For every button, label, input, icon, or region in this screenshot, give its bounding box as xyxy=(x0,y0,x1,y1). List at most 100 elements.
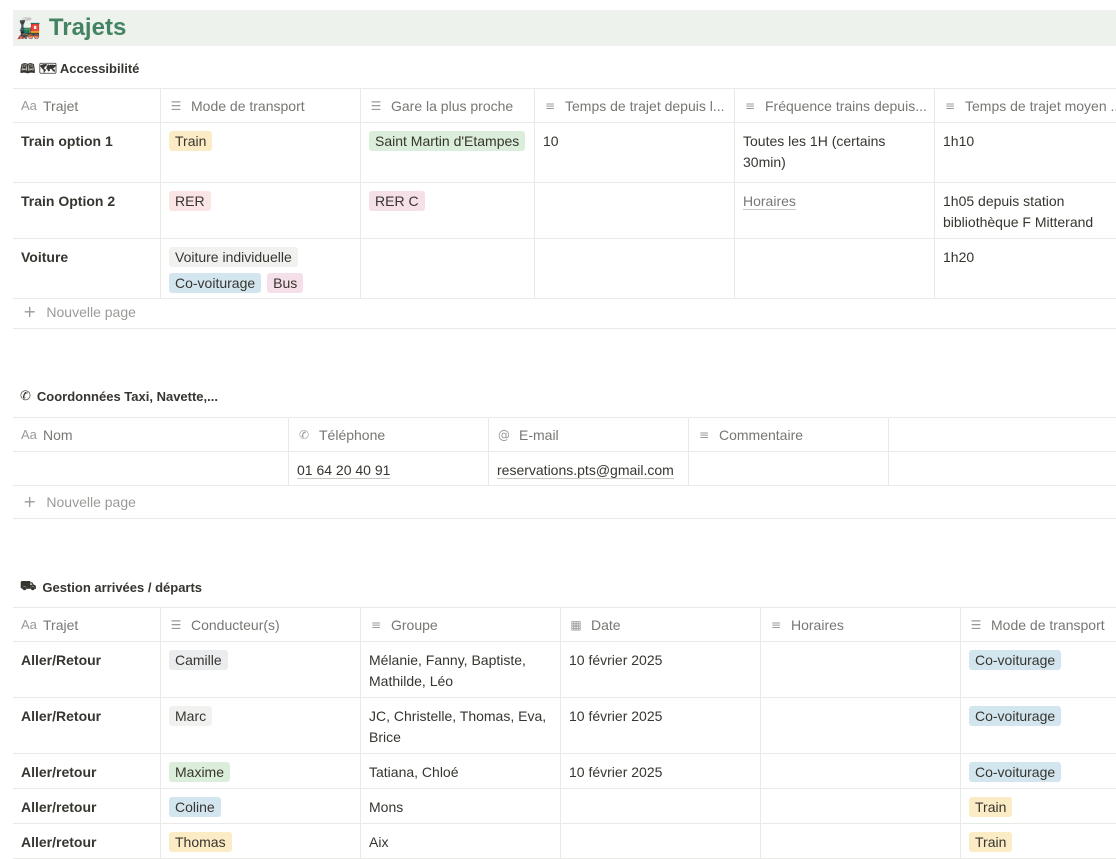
conducteur-tag[interactable]: Marc xyxy=(169,706,213,726)
phone-link[interactable]: 01 64 20 40 91 xyxy=(297,462,391,479)
cell-date[interactable]: 10 février 2025 xyxy=(561,698,761,753)
cell-groupe[interactable]: Mélanie, Fanny, Baptiste, Mathilde, Léo xyxy=(361,642,561,697)
cell-mode[interactable]: Train xyxy=(161,123,361,182)
cell-frequence[interactable] xyxy=(735,239,935,298)
cell-moyen[interactable]: 1h20 xyxy=(935,239,1116,298)
table-row[interactable]: Aller/Retour Camille Mélanie, Fanny, Bapti… xyxy=(13,642,1116,698)
cell-nom[interactable] xyxy=(13,452,289,485)
cell-trajet[interactable]: Aller/Retour xyxy=(13,698,161,753)
cell-temps[interactable]: 10 xyxy=(535,123,735,182)
new-page-button[interactable]: + Nouvelle page xyxy=(13,485,1116,519)
conducteur-tag[interactable]: Thomas xyxy=(169,832,232,852)
cell-horaires[interactable] xyxy=(761,789,961,823)
table-row[interactable]: Aller/retour Coline Mons Train xyxy=(13,789,1116,824)
cell-temps[interactable] xyxy=(535,239,735,298)
cell-groupe[interactable]: JC, Christelle, Thomas, Eva, Brice xyxy=(361,698,561,753)
mode-tag[interactable]: Bus xyxy=(267,273,304,293)
cell-conducteur[interactable]: Maxime xyxy=(161,754,361,788)
cell-horaires[interactable] xyxy=(761,824,961,858)
mode-tag[interactable]: Co-voiturage xyxy=(969,762,1062,782)
column-header-telephone[interactable]: ✆ Téléphone xyxy=(289,418,489,451)
table-row[interactable]: Train option 1 Train Saint Martin d'Etampe… xyxy=(13,123,1116,183)
table-row[interactable]: Voiture Voiture individuelle Co-voiturage B… xyxy=(13,239,1116,299)
table-row[interactable]: 01 64 20 40 91 reservations.pts@gmail.co… xyxy=(13,452,1116,486)
column-header-groupe[interactable]: ≡ Groupe xyxy=(361,608,561,641)
mode-tag[interactable]: Train xyxy=(169,131,213,151)
cell-conducteur[interactable]: Camille xyxy=(161,642,361,697)
section-gestion-title[interactable]: ⛟ Gestion arrivées / départs xyxy=(20,579,202,596)
table-row[interactable]: Train Option 2 RER RER C Horaires 1h05 depui… xyxy=(13,183,1116,239)
column-header-trajet[interactable]: Aa Trajet xyxy=(13,89,161,122)
mode-tag[interactable]: RER xyxy=(169,191,211,211)
cell-date[interactable] xyxy=(561,789,761,823)
mode-tag[interactable]: Co-voiturage xyxy=(969,650,1062,670)
table-row[interactable]: Aller/retour Maxime Tatiana, Chloé 10 févri… xyxy=(13,754,1116,789)
table-row[interactable]: Aller/Retour Marc JC, Christelle, Thomas, … xyxy=(13,698,1116,754)
cell-moyen[interactable]: 1h10 xyxy=(935,123,1116,182)
cell-horaires[interactable] xyxy=(761,754,961,788)
horaires-link[interactable]: Horaires xyxy=(743,193,796,210)
cell-trajet[interactable]: Train Option 2 xyxy=(13,183,161,238)
mode-tag[interactable]: Train xyxy=(969,832,1013,852)
cell-mode[interactable]: RER xyxy=(161,183,361,238)
cell-trajet[interactable]: Aller/retour xyxy=(13,789,161,823)
cell-conducteur[interactable]: Marc xyxy=(161,698,361,753)
column-header-mode[interactable]: ☰ Mode de transport xyxy=(161,89,361,122)
cell-mode[interactable]: Co-voiturage xyxy=(961,754,1116,788)
column-header-horaires[interactable]: ≡ Horaires xyxy=(761,608,961,641)
cell-telephone[interactable]: 01 64 20 40 91 xyxy=(289,452,489,485)
mode-tag[interactable]: Co-voiturage xyxy=(969,706,1062,726)
cell-frequence[interactable]: Toutes les 1H (certains 30min) xyxy=(735,123,935,182)
mode-tag[interactable]: Co-voiturage xyxy=(169,273,262,293)
column-header-trajet[interactable]: Aa Trajet xyxy=(13,608,161,641)
cell-mode[interactable]: Train xyxy=(961,824,1116,858)
column-header-moyen[interactable]: ≡ Temps de trajet moyen ... xyxy=(935,89,1116,122)
gare-tag[interactable]: Saint Martin d'Etampes xyxy=(369,131,526,151)
cell-mode[interactable]: Co-voiturage xyxy=(961,698,1116,753)
cell-horaires[interactable] xyxy=(761,642,961,697)
cell-moyen[interactable]: 1h05 depuis station bibliothèque F Mitte… xyxy=(935,183,1116,238)
cell-gare[interactable]: Saint Martin d'Etampes xyxy=(361,123,535,182)
cell-groupe[interactable]: Aix xyxy=(361,824,561,858)
cell-mode[interactable]: Train xyxy=(961,789,1116,823)
cell-temps[interactable] xyxy=(535,183,735,238)
column-header-gare[interactable]: ☰ Gare la plus proche xyxy=(361,89,535,122)
column-header-mode[interactable]: ☰ Mode de transport xyxy=(961,608,1116,641)
conducteur-tag[interactable]: Coline xyxy=(169,797,221,817)
cell-groupe[interactable]: Tatiana, Chloé xyxy=(361,754,561,788)
cell-date[interactable]: 10 février 2025 xyxy=(561,754,761,788)
cell-email[interactable]: reservations.pts@gmail.com xyxy=(489,452,689,485)
new-page-button[interactable]: + Nouvelle page xyxy=(13,295,1116,329)
cell-mode[interactable]: Co-voiturage xyxy=(961,642,1116,697)
cell-frequence[interactable]: Horaires xyxy=(735,183,935,238)
column-header-conducteurs[interactable]: ☰ Conducteur(s) xyxy=(161,608,361,641)
column-header-frequence[interactable]: ≡ Fréquence trains depuis... xyxy=(735,89,935,122)
column-header-date[interactable]: ▦ Date xyxy=(561,608,761,641)
cell-horaires[interactable] xyxy=(761,698,961,753)
section-coordonnees-title[interactable]: ✆ Coordonnées Taxi, Navette,... xyxy=(20,389,218,404)
email-link[interactable]: reservations.pts@gmail.com xyxy=(497,462,674,479)
cell-trajet[interactable]: Voiture xyxy=(13,239,161,298)
cell-trajet[interactable]: Aller/retour xyxy=(13,824,161,858)
conducteur-tag[interactable]: Maxime xyxy=(169,762,231,782)
cell-conducteur[interactable]: Thomas xyxy=(161,824,361,858)
page-title[interactable]: Trajets xyxy=(49,14,126,42)
mode-tag[interactable]: Train xyxy=(969,797,1013,817)
cell-trajet[interactable]: Train option 1 xyxy=(13,123,161,182)
cell-gare[interactable] xyxy=(361,239,535,298)
mode-tag[interactable]: Voiture individuelle xyxy=(169,247,298,267)
column-header-temps[interactable]: ≡ Temps de trajet depuis l... xyxy=(535,89,735,122)
column-header-commentaire[interactable]: ≡ Commentaire xyxy=(689,418,889,451)
gare-tag[interactable]: RER C xyxy=(369,191,425,211)
cell-mode[interactable]: Voiture individuelle Co-voiturage Bus xyxy=(161,239,361,298)
column-header-nom[interactable]: Aa Nom xyxy=(13,418,289,451)
cell-trajet[interactable]: Aller/retour xyxy=(13,754,161,788)
table-row[interactable]: Aller/retour Thomas Aix Train xyxy=(13,824,1116,859)
column-header-email[interactable]: @ E-mail xyxy=(489,418,689,451)
conducteur-tag[interactable]: Camille xyxy=(169,650,228,670)
cell-conducteur[interactable]: Coline xyxy=(161,789,361,823)
section-accessibilite-title[interactable]: 🕮 🗺 Accessibilité xyxy=(20,60,139,82)
cell-groupe[interactable]: Mons xyxy=(361,789,561,823)
cell-date[interactable] xyxy=(561,824,761,858)
cell-commentaire[interactable] xyxy=(689,452,889,485)
